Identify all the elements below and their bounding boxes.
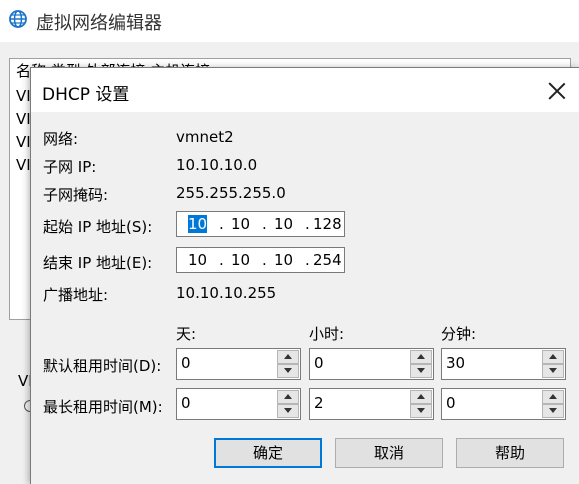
help-button[interactable]: 帮助	[456, 438, 564, 468]
subnet-ip-label: 子网 IP:	[43, 158, 97, 176]
list-item[interactable]: VI	[16, 110, 31, 128]
end-ip-field[interactable]: 10 . 10 . 10 . 254	[176, 247, 345, 273]
days-column-header: 天:	[176, 325, 197, 343]
spin-up-icon[interactable]	[277, 390, 299, 404]
list-item[interactable]: VI	[16, 156, 31, 174]
ip-dot: .	[219, 251, 224, 269]
hours-column-header: 小时:	[309, 325, 345, 343]
subnet-ip-value: 10.10.10.0	[176, 156, 258, 174]
end-ip-octet-1[interactable]: 10	[188, 251, 207, 269]
dhcp-settings-dialog: DHCP 设置 网络: vmnet2 子网 IP: 10.10.10.0 子网掩…	[30, 67, 579, 484]
spinner-value[interactable]: 2	[314, 394, 324, 412]
spinner-value[interactable]: 0	[181, 354, 191, 372]
spinner-value[interactable]: 30	[446, 354, 465, 372]
spin-up-icon[interactable]	[542, 390, 564, 404]
minutes-column-header: 分钟:	[441, 325, 477, 343]
ip-dot: .	[305, 215, 310, 233]
spin-up-icon[interactable]	[410, 390, 432, 404]
dialog-title: DHCP 设置	[42, 85, 130, 105]
default-lease-days-spinner[interactable]: 0	[176, 348, 301, 380]
spinner-value[interactable]: 0	[181, 394, 191, 412]
start-ip-octet-1[interactable]: 10	[188, 215, 208, 233]
globe-icon	[9, 10, 27, 28]
start-ip-octet-2[interactable]: 10	[231, 215, 250, 233]
ok-button[interactable]: 确定	[214, 438, 322, 468]
end-ip-octet-3[interactable]: 10	[274, 251, 293, 269]
dialog-titlebar: DHCP 设置	[31, 68, 579, 112]
ip-dot: .	[262, 251, 267, 269]
network-value: vmnet2	[176, 128, 234, 146]
start-ip-label: 起始 IP 地址(S):	[43, 218, 153, 236]
default-lease-hours-spinner[interactable]: 0	[309, 348, 434, 380]
list-item[interactable]: VI	[16, 133, 31, 151]
parent-titlebar: 虚拟网络编辑器	[0, 0, 579, 42]
start-ip-octet-4[interactable]: 128	[313, 215, 342, 233]
spin-down-icon[interactable]	[410, 404, 432, 418]
network-label: 网络:	[43, 130, 79, 148]
ip-dot: .	[219, 215, 224, 233]
default-lease-minutes-spinner[interactable]: 30	[441, 348, 566, 380]
list-item[interactable]: VI	[16, 87, 31, 105]
spin-down-icon[interactable]	[542, 364, 564, 378]
spin-up-icon[interactable]	[542, 350, 564, 364]
spin-down-icon[interactable]	[542, 404, 564, 418]
broadcast-value: 10.10.10.255	[176, 284, 277, 302]
default-lease-label: 默认租用时间(D):	[43, 357, 162, 375]
max-lease-days-spinner[interactable]: 0	[176, 388, 301, 420]
max-lease-label: 最长租用时间(M):	[43, 398, 163, 416]
end-ip-octet-2[interactable]: 10	[231, 251, 250, 269]
cancel-button[interactable]: 取消	[335, 438, 443, 468]
close-icon[interactable]	[544, 78, 570, 104]
subnet-mask-label: 子网掩码:	[43, 186, 109, 204]
subnet-mask-value: 255.255.255.0	[176, 184, 286, 202]
spin-down-icon[interactable]	[277, 404, 299, 418]
spin-down-icon[interactable]	[410, 364, 432, 378]
start-ip-field[interactable]: 10 . 10 . 10 . 128	[176, 211, 345, 237]
spinner-value[interactable]: 0	[314, 354, 324, 372]
spin-up-icon[interactable]	[277, 350, 299, 364]
spin-down-icon[interactable]	[277, 364, 299, 378]
max-lease-minutes-spinner[interactable]: 0	[441, 388, 566, 420]
end-ip-octet-4[interactable]: 254	[313, 251, 342, 269]
spin-up-icon[interactable]	[410, 350, 432, 364]
start-ip-octet-3[interactable]: 10	[274, 215, 293, 233]
broadcast-label: 广播地址:	[43, 286, 109, 304]
ip-dot: .	[262, 215, 267, 233]
max-lease-hours-spinner[interactable]: 2	[309, 388, 434, 420]
end-ip-label: 结束 IP 地址(E):	[43, 254, 153, 272]
parent-window-title: 虚拟网络编辑器	[36, 13, 162, 34]
ip-dot: .	[305, 251, 310, 269]
spinner-value[interactable]: 0	[446, 394, 456, 412]
